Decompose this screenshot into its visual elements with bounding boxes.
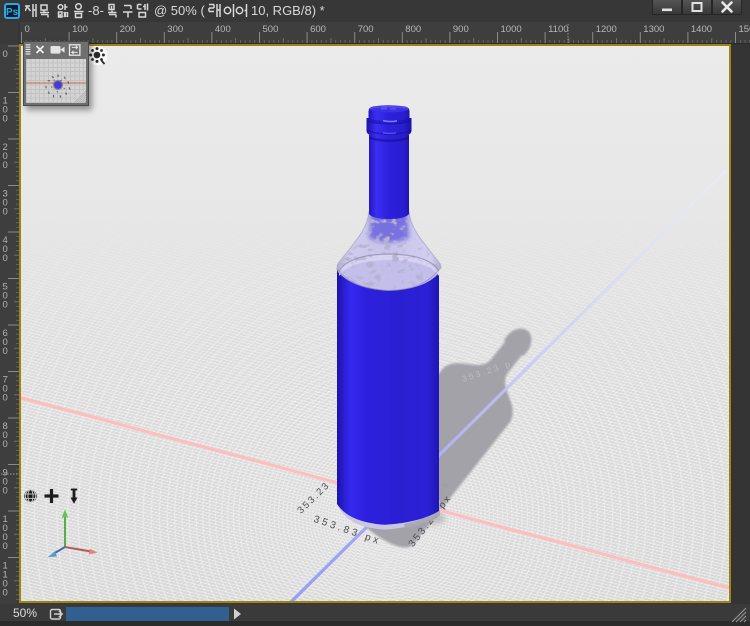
svg-text:10, RGB/8) *: 10, RGB/8) * xyxy=(251,3,325,18)
svg-text:1400: 1400 xyxy=(691,24,712,35)
svg-text:0: 0 xyxy=(3,439,8,450)
svg-text:Ps: Ps xyxy=(6,7,18,17)
svg-text:0: 0 xyxy=(3,588,8,599)
svg-text:@ 50% (: @ 50% ( xyxy=(154,3,205,18)
svg-text:0: 0 xyxy=(3,300,8,311)
svg-text:0: 0 xyxy=(3,160,8,171)
svg-text:600: 600 xyxy=(310,24,326,35)
svg-text:1200: 1200 xyxy=(596,24,617,35)
svg-text:1500: 1500 xyxy=(739,24,750,35)
svg-text:1100: 1100 xyxy=(548,24,568,35)
svg-text:0: 0 xyxy=(3,541,8,552)
svg-text:0: 0 xyxy=(3,253,8,264)
svg-text:100: 100 xyxy=(72,24,88,35)
svg-text:400: 400 xyxy=(215,24,231,35)
svg-text:700: 700 xyxy=(358,24,374,35)
svg-text:300: 300 xyxy=(167,24,183,35)
svg-text:0: 0 xyxy=(25,24,30,35)
svg-text:0: 0 xyxy=(3,393,8,404)
svg-text:800: 800 xyxy=(405,24,421,35)
svg-text:-8-: -8- xyxy=(88,3,104,18)
svg-text:900: 900 xyxy=(453,24,469,35)
svg-text:500: 500 xyxy=(263,24,279,35)
svg-text:0: 0 xyxy=(3,114,8,125)
svg-text:200: 200 xyxy=(120,24,136,35)
svg-text:0: 0 xyxy=(3,346,8,357)
svg-text:0: 0 xyxy=(3,486,8,497)
svg-text:0: 0 xyxy=(3,49,8,60)
svg-text:0: 0 xyxy=(3,207,8,218)
svg-text:1300: 1300 xyxy=(643,24,664,35)
svg-text:1000: 1000 xyxy=(501,24,522,35)
